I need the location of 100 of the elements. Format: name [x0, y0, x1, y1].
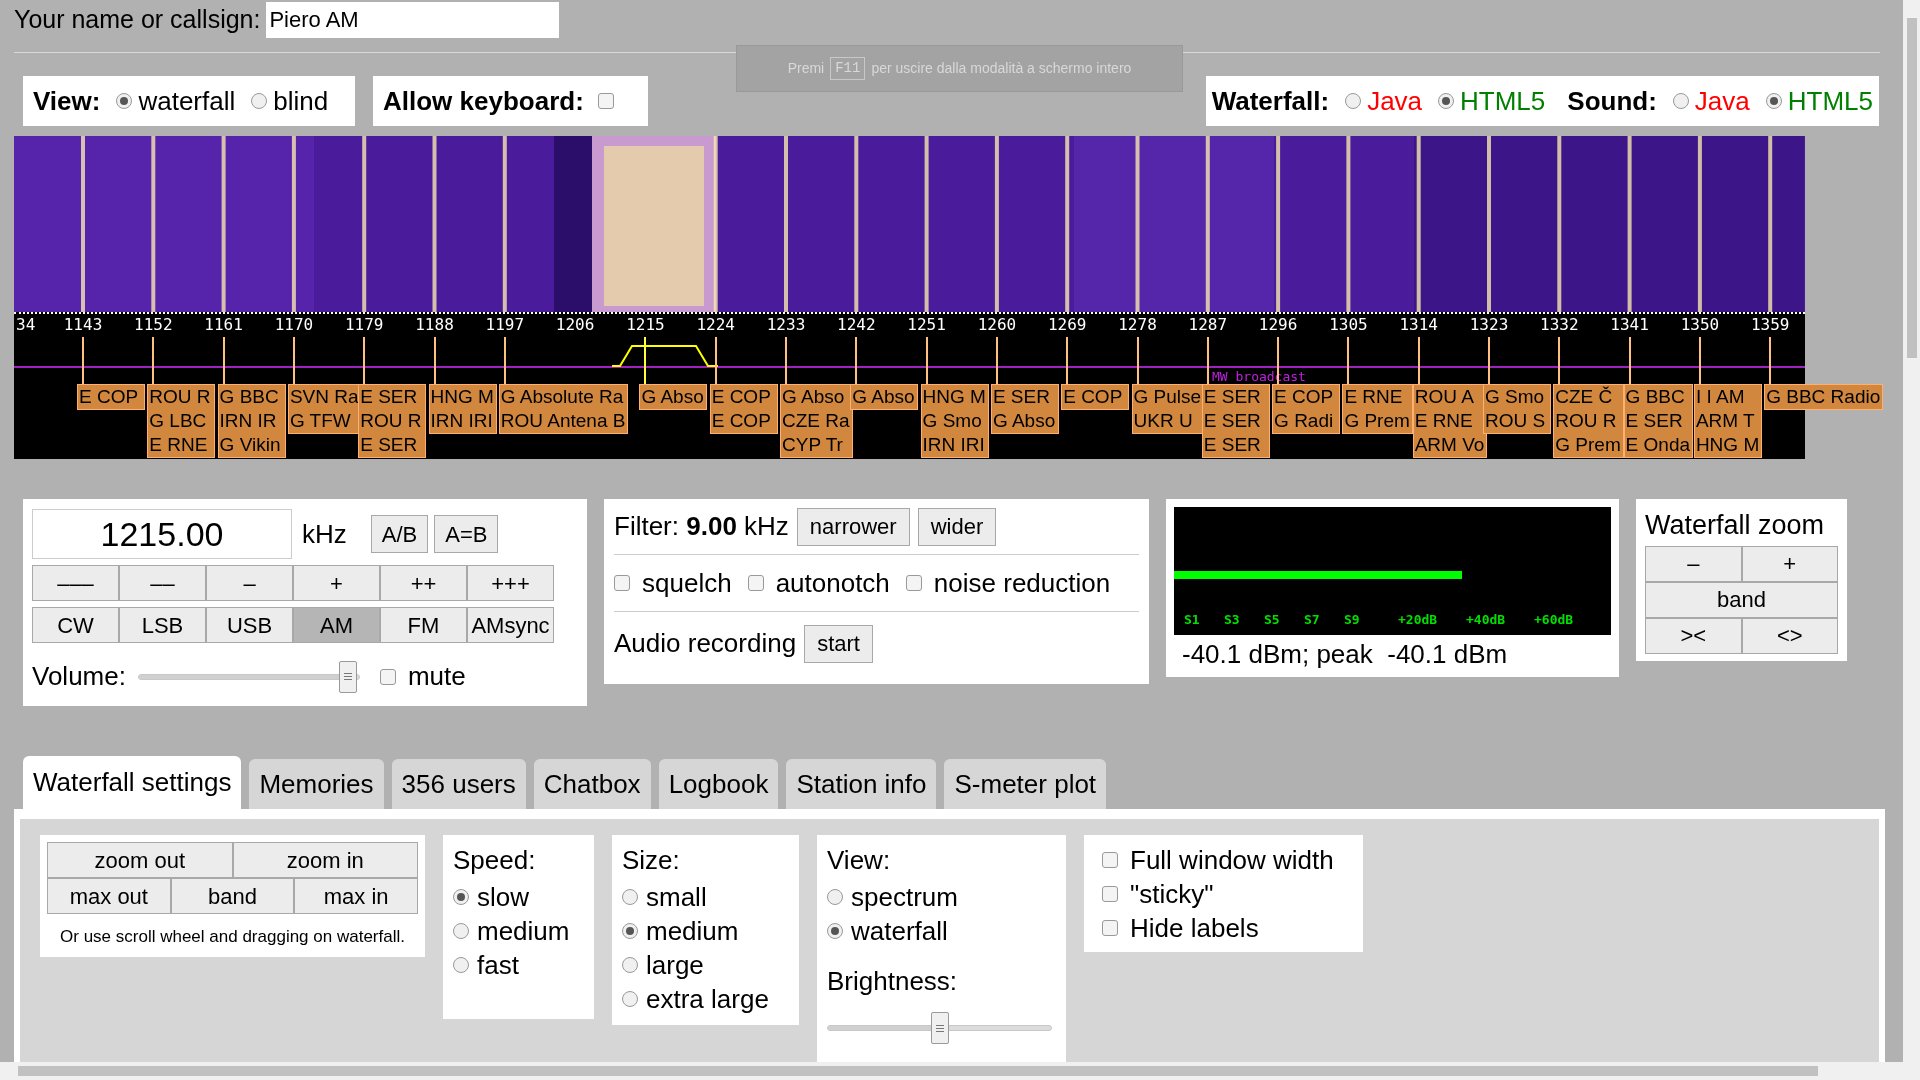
options-title: View: — [827, 844, 892, 877]
radio-button[interactable] — [622, 923, 638, 939]
tab[interactable]: Waterfall settings — [23, 756, 242, 809]
station-label[interactable]: G Pulse UKR U — [1131, 384, 1205, 434]
station-label[interactable]: I I AM ARM T HNG M — [1693, 384, 1763, 458]
checkbox[interactable] — [1102, 920, 1118, 936]
radio-button[interactable] — [453, 923, 469, 939]
radio-button[interactable] — [1765, 93, 1782, 109]
flag-label: Full window width — [1130, 843, 1334, 877]
mode-button[interactable]: LSB — [119, 607, 206, 643]
checkbox[interactable] — [379, 668, 396, 685]
radio-button[interactable] — [827, 923, 843, 939]
station-label[interactable]: E RNE G Prem — [1342, 384, 1413, 434]
station-name: G LBC — [149, 409, 208, 433]
radio-button[interactable] — [116, 93, 133, 109]
name-field[interactable]: Piero AM — [266, 2, 560, 38]
station-label[interactable]: E SER E SER E SER — [1201, 384, 1270, 458]
radio-button[interactable] — [1345, 93, 1362, 109]
button[interactable]: A/B — [370, 515, 429, 553]
button[interactable]: + — [1741, 545, 1838, 582]
station-label[interactable]: CZE Č ROU R G Prem — [1553, 384, 1624, 458]
station-label[interactable]: E COP G Radi — [1272, 384, 1341, 434]
station-label[interactable]: G BBC IRN IR G Vikin — [217, 384, 286, 458]
radio-button[interactable] — [453, 889, 469, 905]
checkbox[interactable] — [905, 575, 922, 591]
station-label[interactable]: E SER G Abso — [990, 384, 1059, 434]
button[interactable]: band — [1645, 581, 1838, 618]
station-name: IRN IRI — [430, 409, 494, 433]
station-label[interactable]: G Smo ROU S — [1483, 384, 1551, 434]
mode-button[interactable]: AMsync — [467, 607, 554, 643]
marker-line — [1488, 337, 1490, 384]
tab[interactable]: Chatbox — [533, 759, 651, 809]
button[interactable]: +++ — [467, 565, 554, 601]
station-label[interactable]: G Absolute Ra ROU Antena B — [498, 384, 629, 434]
station-name: E RNE — [1344, 385, 1404, 409]
station-label[interactable]: E COP E COP — [709, 384, 778, 434]
radio-button[interactable] — [622, 957, 638, 973]
station-label[interactable]: HNG M IRN IRI — [428, 384, 497, 434]
scale-label: +60dB — [1534, 610, 1575, 629]
station-name: ARM T — [1695, 409, 1756, 433]
button[interactable]: band — [170, 878, 295, 914]
tick-label: 1215 — [626, 316, 665, 334]
button[interactable]: narrower — [796, 507, 910, 546]
mode-button[interactable]: CW — [32, 607, 119, 643]
station-name: G Pulse — [1133, 385, 1202, 409]
station-name: E SER — [360, 433, 419, 457]
station-label[interactable]: HNG M G Smo IRN IRI — [920, 384, 989, 458]
button[interactable]: start — [804, 624, 873, 663]
radio-button[interactable] — [1672, 93, 1689, 109]
radio-button[interactable] — [827, 889, 843, 905]
button[interactable]: ––– — [32, 565, 119, 601]
radio-button[interactable] — [453, 957, 469, 973]
checkbox[interactable] — [597, 93, 614, 109]
station-label[interactable]: E COP — [1061, 384, 1130, 410]
button[interactable]: >< — [1645, 617, 1742, 654]
checkbox[interactable] — [614, 575, 630, 591]
button[interactable]: max out — [47, 878, 171, 914]
mode-button[interactable]: FM — [380, 607, 467, 643]
checkbox[interactable] — [1102, 852, 1118, 868]
station-label[interactable]: G BBC E SER E Onda — [1623, 384, 1694, 458]
button[interactable]: max in — [294, 878, 418, 914]
frequency-field[interactable]: 1215.00 — [32, 509, 292, 559]
mode-button[interactable]: AM — [293, 607, 380, 643]
tab[interactable]: Station info — [786, 759, 937, 809]
tab[interactable]: S-meter plot — [944, 759, 1107, 809]
tick-label: 1314 — [1399, 316, 1438, 334]
slider-thumb[interactable] — [930, 1012, 949, 1044]
slider-thumb[interactable] — [338, 660, 357, 693]
button[interactable]: wider — [917, 507, 997, 546]
tab[interactable]: Logbook — [658, 759, 779, 809]
station-name: ARM Vo — [1414, 433, 1485, 457]
button[interactable]: A=B — [434, 515, 499, 553]
button[interactable]: – — [206, 565, 293, 601]
station-label[interactable]: G Abso CZE Ra CYP Tr — [780, 384, 853, 458]
marker-line — [785, 337, 787, 384]
station-name: E SER — [992, 385, 1051, 409]
checkbox[interactable] — [1102, 886, 1118, 902]
tab[interactable]: 356 users — [391, 759, 526, 809]
radio-button[interactable] — [1438, 93, 1455, 109]
mode-button[interactable]: USB — [206, 607, 293, 643]
marker-line — [1698, 337, 1701, 384]
station-label[interactable]: E COP — [77, 384, 145, 410]
checkbox[interactable] — [747, 575, 764, 591]
button[interactable]: zoom out — [47, 842, 233, 878]
horizontal-scrollbar[interactable] — [0, 1062, 1903, 1080]
button[interactable]: –– — [119, 565, 206, 601]
radio-button[interactable] — [251, 93, 268, 109]
button[interactable]: <> — [1741, 617, 1838, 654]
marker-line — [433, 337, 436, 384]
station-name: G Prem — [1555, 433, 1621, 457]
radio-button[interactable] — [622, 889, 638, 905]
button[interactable]: ++ — [380, 565, 467, 601]
station-label[interactable]: E SER ROU R E SER — [358, 384, 427, 458]
tab[interactable]: Memories — [249, 759, 384, 809]
button[interactable]: zoom in — [232, 842, 418, 878]
radio-button[interactable] — [622, 991, 638, 1007]
button[interactable]: + — [293, 565, 380, 601]
station-label[interactable]: ROU R G LBC E RNE — [147, 384, 216, 458]
vertical-scrollbar[interactable] — [1903, 0, 1920, 1080]
button[interactable]: – — [1645, 545, 1742, 582]
